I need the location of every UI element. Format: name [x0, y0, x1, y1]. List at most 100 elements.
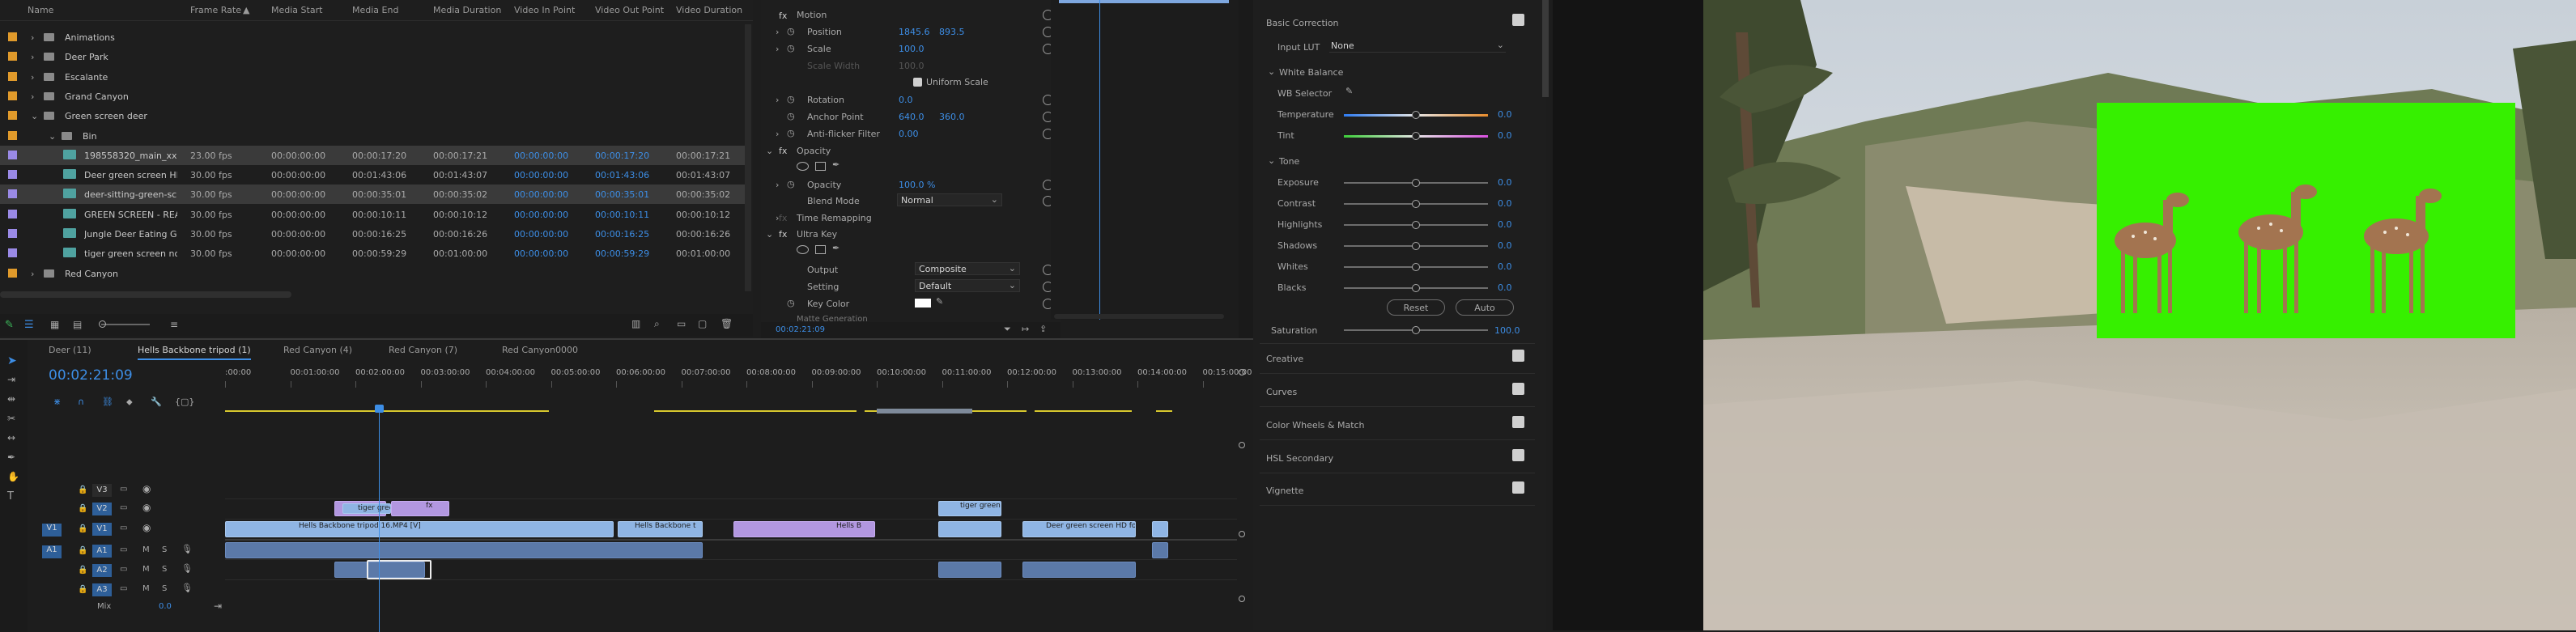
mix-value[interactable]: 0.0 — [159, 602, 172, 611]
track-label[interactable]: A2 — [92, 564, 112, 577]
snap-icon[interactable]: ∩ — [78, 397, 84, 407]
tint-value[interactable]: 0.0 — [1498, 130, 1512, 141]
clip-v2-tiger-green[interactable]: tiger green — [342, 503, 391, 514]
white-balance-header[interactable]: White Balance — [1279, 67, 1343, 78]
track-label[interactable]: V1 — [92, 523, 112, 536]
bin-folder-row[interactable]: › Escalante — [0, 67, 745, 87]
stopwatch-icon[interactable]: ◷ — [787, 128, 795, 138]
ec-playhead[interactable] — [1099, 0, 1100, 320]
video-in-point[interactable]: 00:00:00:00 — [514, 170, 568, 180]
captions-icon[interactable]: {▢} — [175, 397, 194, 407]
clip-v2-tiger-green-2[interactable]: tiger green — [938, 501, 1001, 516]
output-dropdown[interactable]: Composite ⌄ — [915, 262, 1020, 275]
creative-checkbox[interactable] — [1512, 350, 1524, 362]
saturation-knob[interactable] — [1412, 326, 1420, 334]
motion-label[interactable]: Motion — [797, 10, 827, 20]
contrast-value[interactable]: 0.0 — [1498, 198, 1512, 209]
new-bin-icon[interactable]: ▭ — [677, 318, 686, 329]
col-video-in[interactable]: Video In Point — [514, 5, 575, 15]
track-header[interactable]: V1 🔒 V1 ▭ ◉ — [8, 522, 225, 538]
trash-icon[interactable]: 🗑 — [721, 318, 733, 329]
source-patch[interactable]: A1 — [42, 545, 62, 558]
chevron-right-icon[interactable]: › — [31, 91, 34, 102]
position-x[interactable]: 1845.6 — [899, 27, 930, 37]
clip-a1-audio[interactable] — [225, 542, 703, 558]
video-out-point[interactable]: 00:00:35:01 — [595, 189, 649, 200]
lumetri-scrollbar[interactable] — [1542, 0, 1549, 97]
expand-scale-icon[interactable]: › — [776, 44, 779, 54]
reset-button[interactable]: Reset — [1387, 299, 1445, 316]
sync-lock-icon[interactable]: ▭ — [120, 503, 127, 512]
tone-header[interactable]: Tone — [1279, 156, 1299, 167]
highlights-value[interactable]: 0.0 — [1498, 219, 1512, 230]
clip-a2-audio-2[interactable] — [938, 562, 1001, 578]
bin-folder-row[interactable]: › Animations — [0, 28, 745, 47]
bin-folder-row[interactable]: › Deer Park — [0, 47, 745, 66]
col-media-end[interactable]: Media End — [352, 5, 398, 15]
expand-opacity-icon[interactable]: › — [776, 180, 779, 190]
video-in-point[interactable]: 00:00:00:00 — [514, 151, 568, 161]
col-media-duration[interactable]: Media Duration — [433, 5, 501, 15]
green-screen-deer-clip[interactable] — [2097, 103, 2515, 338]
nest-icon[interactable]: ⋇ — [53, 397, 61, 407]
vignette-checkbox[interactable] — [1512, 481, 1524, 494]
clip-v1-blue-1[interactable] — [938, 521, 1001, 537]
rect-mask-icon[interactable] — [815, 162, 826, 171]
source-patch[interactable]: V1 — [42, 524, 62, 537]
mute-icon[interactable]: M — [142, 545, 150, 554]
setting-dropdown[interactable]: Default ⌄ — [915, 279, 1020, 292]
expand-rotation-icon[interactable]: › — [776, 95, 779, 105]
sort-icon[interactable]: ≡ — [170, 319, 178, 330]
video-in-point[interactable]: 00:00:00:00 — [514, 210, 568, 220]
bin-folder-row[interactable]: ⌄ Bin — [0, 126, 745, 146]
anchor-y[interactable]: 360.0 — [939, 112, 965, 122]
clip-row[interactable]: deer-sitting-green-scre 30.00 fps 00:00:… — [0, 185, 745, 205]
clip-v1-deer-green[interactable]: Deer green screen HD foo — [1022, 521, 1136, 537]
blend-dropdown[interactable]: Normal ⌄ — [897, 193, 1002, 206]
video-out-point[interactable]: 00:01:43:06 — [595, 170, 649, 180]
clip-row[interactable]: 198558320_main_xxl.m 23.00 fps 00:00:00:… — [0, 145, 745, 165]
basic-correction-checkbox[interactable] — [1512, 14, 1524, 26]
scale-value[interactable]: 100.0 — [899, 44, 925, 54]
timeline-tab[interactable]: Deer (11) — [49, 345, 91, 355]
program-monitor-preview[interactable] — [1703, 0, 2576, 630]
video-in-point[interactable]: 00:00:00:00 — [514, 229, 568, 240]
collapse-ultra-key-icon[interactable]: ⌄ — [766, 229, 773, 240]
lock-icon[interactable]: 🔒 — [78, 504, 87, 513]
stopwatch-icon[interactable]: ◷ — [787, 298, 795, 308]
col-name[interactable]: Name — [28, 5, 53, 15]
selected-audio-clip[interactable] — [367, 560, 431, 579]
clip-row[interactable]: tiger green screen no c 30.00 fps 00:00:… — [0, 244, 745, 263]
track-header[interactable]: A1 🔒 A1 ▭ M S 🎙 — [8, 544, 225, 560]
pen-tool-icon[interactable]: ✒ — [7, 452, 15, 463]
automate-icon[interactable]: ▥ — [631, 318, 640, 329]
ellipse-mask-icon[interactable] — [797, 245, 809, 254]
track-header[interactable]: 🔒 A3 ▭ M S 🎙 — [8, 583, 225, 599]
curves-header[interactable]: Curves — [1266, 387, 1297, 397]
pencil-icon[interactable]: ✎ — [5, 319, 14, 331]
clip-row[interactable]: Deer green screen HD F 30.00 fps 00:00:0… — [0, 165, 745, 185]
rect-mask-icon[interactable] — [815, 245, 826, 254]
col-media-start[interactable]: Media Start — [271, 5, 322, 15]
hsl-secondary-header[interactable]: HSL Secondary — [1266, 453, 1333, 464]
add-marker-icon[interactable]: ⬥ — [126, 397, 133, 408]
clip-row[interactable]: Jungle Deer Eating Gre 30.00 fps 00:00:0… — [0, 224, 745, 244]
timeline-tab[interactable]: Red Canyon (7) — [389, 345, 457, 355]
bin-folder-row[interactable]: › Grand Canyon — [0, 87, 745, 106]
mix-end-icon[interactable]: ⇥ — [214, 600, 222, 612]
exposure-knob[interactable] — [1412, 179, 1420, 187]
sync-lock-icon[interactable]: ▭ — [120, 524, 127, 532]
track-label[interactable]: A1 — [92, 545, 112, 558]
stopwatch-icon[interactable]: ◷ — [787, 179, 795, 189]
col-frame-rate[interactable]: Frame Rate — [190, 5, 241, 15]
sync-lock-icon[interactable]: ▭ — [120, 565, 127, 574]
list-view-icon[interactable]: ☰ — [24, 319, 34, 331]
clip-v1-hells-backbone-2[interactable]: Hells Backbone t — [618, 521, 703, 537]
project-scrollbar[interactable] — [745, 24, 751, 291]
position-y[interactable]: 893.5 — [939, 27, 965, 37]
track-select-icon[interactable]: ⇥ — [7, 374, 15, 385]
lock-icon[interactable]: 🔒 — [78, 585, 87, 594]
clip-v2-purple-2[interactable]: fx — [391, 501, 449, 516]
opacity-section[interactable]: Opacity — [797, 146, 831, 156]
slip-icon[interactable]: ↔ — [7, 432, 15, 443]
